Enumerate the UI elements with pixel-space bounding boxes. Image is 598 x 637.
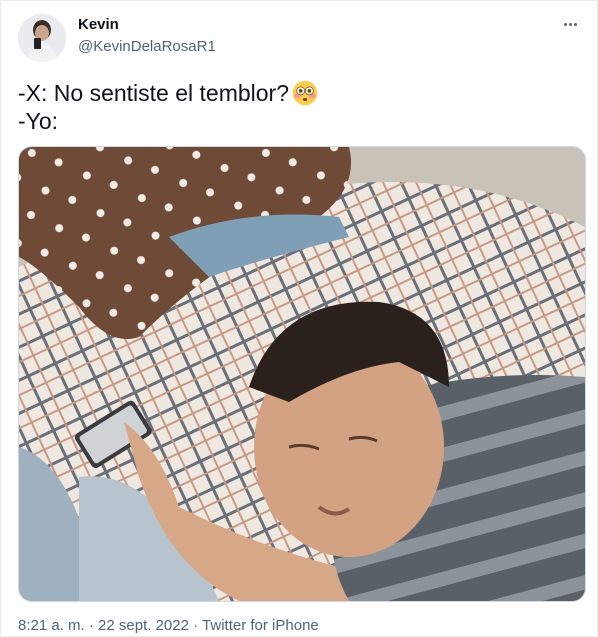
author-name[interactable]: Kevin [78,16,119,33]
flushed-face-emoji-icon [292,80,318,106]
tweet-card: Kevin @KevinDelaRosaR1 -X: No sentiste e… [0,0,598,637]
meta-separator-2: · [188,617,203,634]
avatar[interactable] [18,14,66,62]
author-handle[interactable]: @KevinDelaRosaR1 [78,38,216,55]
photo-image [19,147,585,601]
meta-separator-1: · [84,617,99,634]
tweet-date[interactable]: 22 sept. 2022 [98,617,189,634]
avatar-image [18,14,66,62]
more-options-icon[interactable] [559,15,581,33]
tweet-line-2: -Yo: [18,108,59,134]
tweet-line-1: -X: No sentiste el temblor? [18,80,290,106]
tweet-meta: 8:21 a. m. · 22 sept. 2022 · Twitter for… [18,617,319,634]
tweet-photo[interactable] [18,146,586,602]
tweet-source[interactable]: Twitter for iPhone [202,617,319,634]
tweet-time[interactable]: 8:21 a. m. [18,617,85,634]
tweet-text: -X: No sentiste el temblor? -Yo: [18,79,578,135]
